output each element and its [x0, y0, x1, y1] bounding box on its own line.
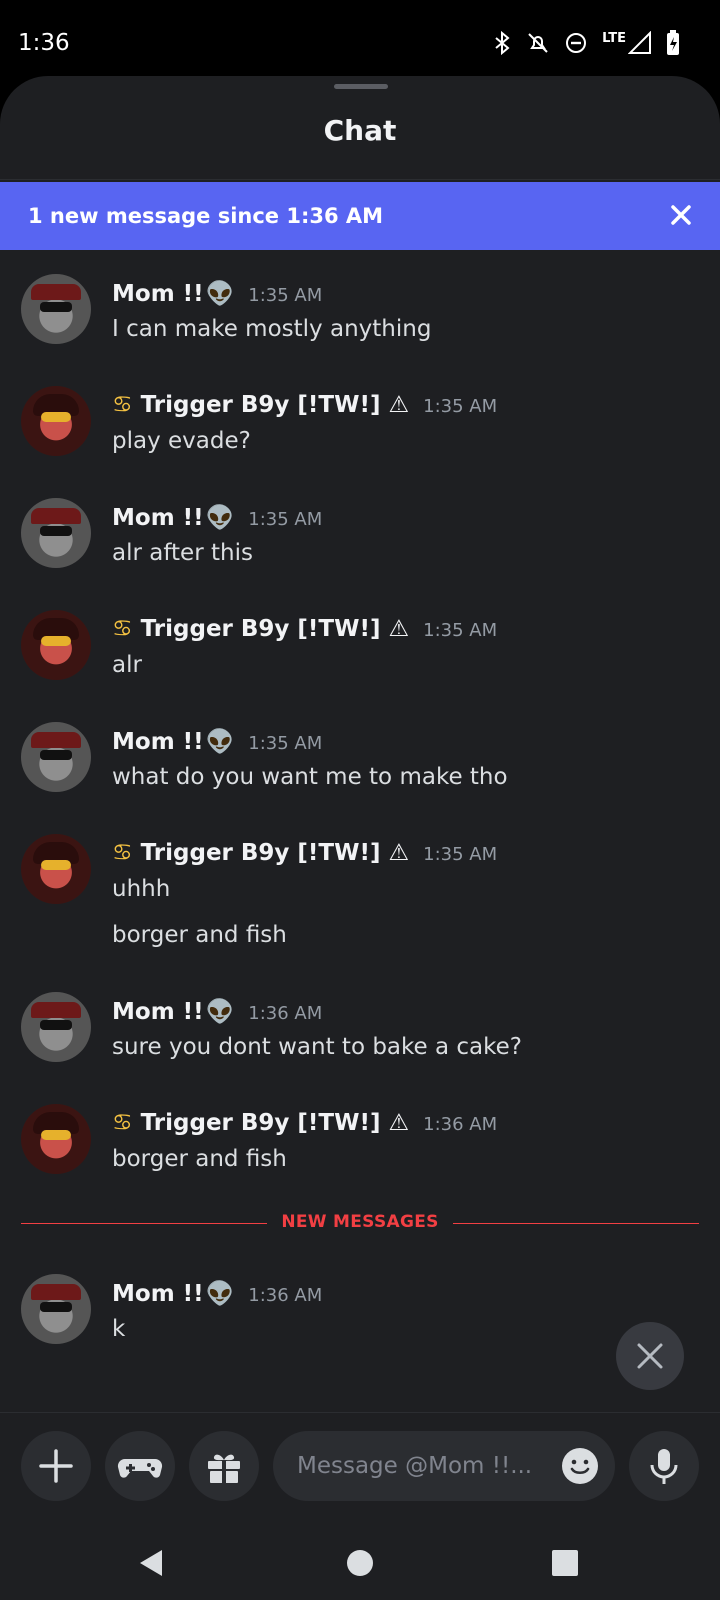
author-name[interactable]: Trigger B9y [!TW!] — [141, 1110, 381, 1136]
avatar[interactable] — [21, 722, 91, 792]
recents-icon[interactable] — [548, 1546, 582, 1580]
warning-emoji: ⚠ — [388, 616, 410, 642]
status-icons: LTE — [492, 30, 680, 56]
message-text: sure you dont want to bake a cake? — [112, 1034, 522, 1060]
close-icon — [637, 1343, 663, 1369]
timestamp: 1:36 AM — [248, 1285, 323, 1306]
bell-off-icon — [528, 33, 548, 53]
status-time: 1:36 — [18, 30, 70, 56]
close-icon[interactable] — [664, 198, 698, 232]
message-text: what do you want me to make tho — [112, 764, 508, 790]
home-icon[interactable] — [343, 1546, 377, 1580]
author-name[interactable]: Mom !! — [112, 999, 204, 1025]
avatar[interactable] — [21, 498, 91, 568]
author-name[interactable]: Mom !! — [112, 1281, 204, 1307]
author-name[interactable]: Trigger B9y [!TW!] — [141, 840, 381, 866]
new-messages-label: NEW MESSAGES — [281, 1212, 439, 1232]
message-text: play evade? — [112, 428, 251, 454]
timestamp: 1:36 AM — [248, 1003, 323, 1024]
dismiss-button[interactable] — [616, 1322, 684, 1390]
alien-emoji: 👽 — [205, 1281, 235, 1307]
chat-sheet: Chat 1 new message since 1:36 AM Mom !! … — [0, 76, 720, 1600]
avatar[interactable] — [21, 386, 91, 456]
alien-emoji: 👽 — [205, 729, 235, 755]
add-attachment-button[interactable] — [21, 1431, 91, 1501]
timestamp: 1:35 AM — [248, 509, 323, 530]
message-text: alr — [112, 652, 142, 678]
status-bar: 1:36 LTE — [0, 0, 720, 80]
avatar[interactable] — [21, 834, 91, 904]
alien-emoji: 👽 — [205, 281, 235, 307]
author-name[interactable]: Mom !! — [112, 505, 204, 531]
cancer-sign-icon: ♋ — [112, 616, 133, 642]
microphone-icon — [650, 1449, 678, 1484]
timestamp: 1:36 AM — [423, 1114, 498, 1135]
warning-emoji: ⚠ — [388, 1110, 410, 1136]
avatar[interactable] — [21, 1104, 91, 1174]
system-nav-bar — [0, 1524, 720, 1600]
message-text: borger and fish — [112, 922, 287, 948]
message-text: alr after this — [112, 540, 253, 566]
warning-emoji: ⚠ — [388, 840, 410, 866]
page-title: Chat — [323, 114, 397, 147]
cancer-sign-icon: ♋ — [112, 1110, 133, 1136]
signal-icon — [628, 31, 651, 54]
new-messages-divider: NEW MESSAGES — [21, 1212, 699, 1236]
message-text: k — [112, 1316, 126, 1342]
alien-emoji: 👽 — [205, 999, 235, 1025]
avatar[interactable] — [21, 1274, 91, 1344]
timestamp: 1:35 AM — [423, 844, 498, 865]
author-name[interactable]: Trigger B9y [!TW!] — [141, 392, 381, 418]
message-input-placeholder: Message @Mom !!... — [297, 1453, 533, 1479]
plus-icon — [39, 1449, 73, 1483]
avatar[interactable] — [21, 610, 91, 680]
message-composer: Message @Mom !!... — [0, 1412, 720, 1524]
bluetooth-icon — [495, 31, 510, 55]
chat-header: Chat — [0, 76, 720, 180]
voice-message-button[interactable] — [629, 1431, 699, 1501]
author-name[interactable]: Mom !! — [112, 729, 204, 755]
battery-icon — [667, 30, 679, 55]
timestamp: 1:35 AM — [423, 620, 498, 641]
avatar[interactable] — [21, 992, 91, 1062]
dnd-icon — [566, 33, 587, 53]
gift-icon — [208, 1454, 240, 1483]
back-icon[interactable] — [136, 1546, 170, 1580]
emoji-icon[interactable] — [561, 1447, 599, 1485]
timestamp: 1:35 AM — [248, 733, 323, 754]
activities-button[interactable] — [105, 1431, 175, 1501]
author-name[interactable]: Mom !! — [112, 281, 204, 307]
cancer-sign-icon: ♋ — [112, 840, 133, 866]
timestamp: 1:35 AM — [248, 285, 323, 306]
cancer-sign-icon: ♋ — [112, 392, 133, 418]
banner-text: 1 new message since 1:36 AM — [28, 204, 384, 228]
author-name[interactable]: Trigger B9y [!TW!] — [141, 616, 381, 642]
warning-emoji: ⚠ — [388, 392, 410, 418]
lte-label: LTE — [602, 30, 626, 46]
gamepad-icon — [117, 1458, 163, 1478]
alien-emoji: 👽 — [205, 505, 235, 531]
message-input[interactable]: Message @Mom !!... — [273, 1431, 615, 1501]
timestamp: 1:35 AM — [423, 396, 498, 417]
message-text: borger and fish — [112, 1146, 287, 1172]
new-message-banner[interactable]: 1 new message since 1:36 AM — [0, 182, 720, 250]
message-text: I can make mostly anything — [112, 316, 432, 342]
gift-button[interactable] — [189, 1431, 259, 1501]
avatar[interactable] — [21, 274, 91, 344]
message-text: uhhh — [112, 876, 171, 902]
